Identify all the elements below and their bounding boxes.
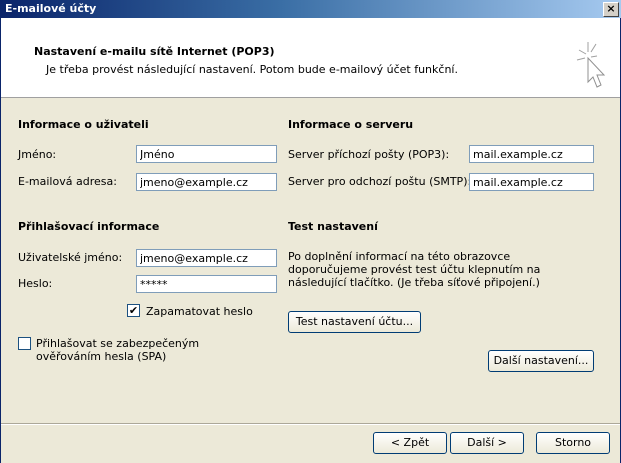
test-description-line3: následující tlačítko. (Je třeba síťové p… (288, 276, 540, 289)
wizard-header: Nastavení e-mailu sítě Internet (POP3) J… (1, 18, 620, 98)
remember-password-checkbox[interactable]: ✔ (127, 304, 140, 317)
server-info-heading: Informace o serveru (288, 118, 414, 131)
incoming-server-label: Server příchozí pošty (POP3): (288, 148, 450, 161)
close-button[interactable]: × (603, 2, 619, 17)
back-button[interactable]: < Zpět (373, 432, 447, 454)
footer-divider (1, 423, 620, 425)
test-description-line2: doporučujeme provést test účtu klepnutím… (288, 263, 541, 276)
more-settings-button[interactable]: Další nastavení... (488, 350, 594, 372)
email-accounts-dialog: E-mailové účty × Nastavení e-mailu sítě … (0, 0, 621, 463)
email-label: E-mailová adresa: (18, 175, 117, 188)
spa-label-line2: ověřováním hesla (SPA) (36, 350, 167, 363)
test-description: Po doplnění informací na této obrazovce … (288, 250, 548, 289)
outgoing-server-label: Server pro odchozí poštu (SMTP): (288, 175, 472, 188)
next-button[interactable]: Další > (450, 432, 524, 454)
spa-checkbox[interactable] (18, 337, 31, 350)
remember-password-label: Zapamatovat heslo (146, 305, 253, 318)
name-field[interactable] (136, 145, 277, 163)
password-field[interactable] (136, 275, 277, 293)
incoming-server-field[interactable] (469, 145, 594, 163)
page-subtitle: Je třeba provést následující nastavení. … (46, 63, 458, 76)
title-bar[interactable]: E-mailové účty × (1, 0, 621, 18)
wizard-cursor-icon (576, 42, 606, 88)
login-info-heading: Přihlašovací informace (18, 220, 160, 233)
test-settings-heading: Test nastavení (288, 220, 378, 233)
user-info-heading: Informace o uživateli (18, 118, 149, 131)
page-title: Nastavení e-mailu sítě Internet (POP3) (34, 45, 275, 58)
email-field[interactable] (136, 173, 277, 191)
window-title: E-mailové účty (5, 2, 97, 15)
spa-label-line1: Přihlašovat se zabezpečeným (36, 337, 200, 350)
test-description-line1: Po doplnění informací na této obrazovce (288, 250, 511, 263)
outgoing-server-field[interactable] (469, 173, 594, 191)
username-field[interactable] (136, 249, 277, 267)
cancel-button[interactable]: Storno (536, 432, 610, 454)
test-account-button[interactable]: Test nastavení účtu... (288, 311, 421, 333)
username-label: Uživatelské jméno: (18, 251, 123, 264)
password-label: Heslo: (18, 277, 53, 290)
name-label: Jméno: (18, 148, 57, 161)
